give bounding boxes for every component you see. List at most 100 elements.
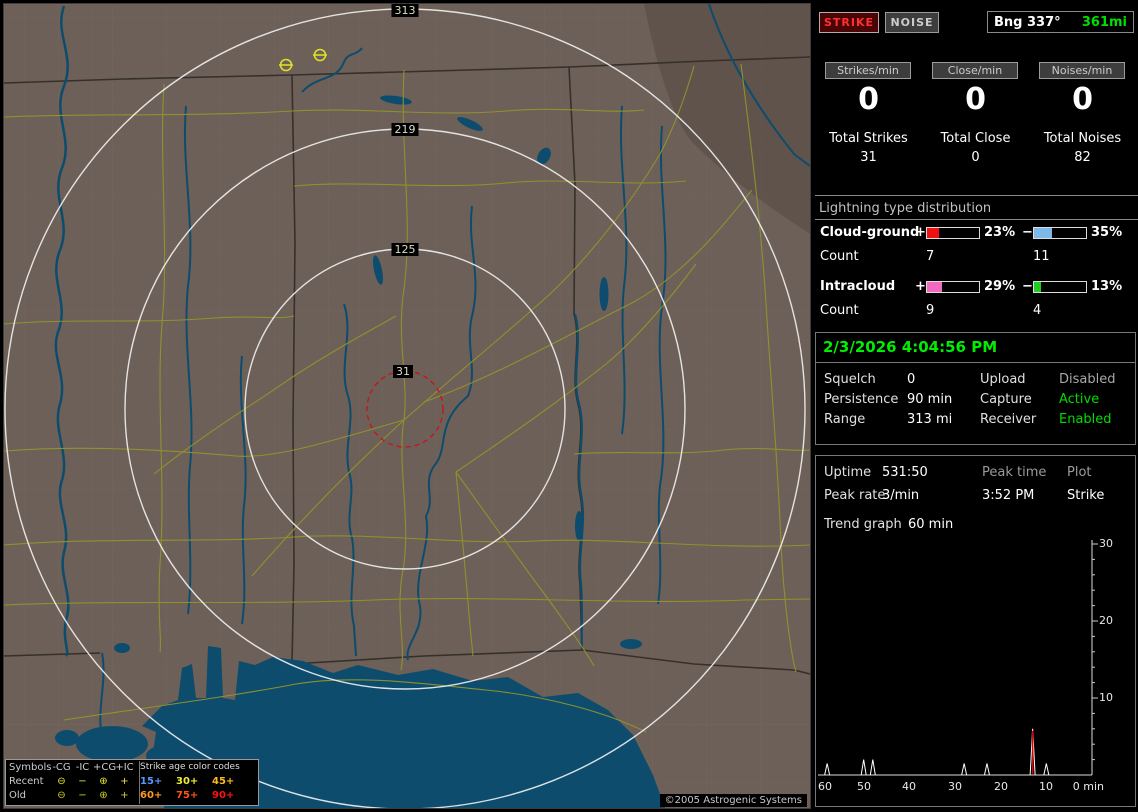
distribution-title: Lightning type distribution [819, 201, 992, 216]
old-neg-ic-icon: − [78, 789, 87, 801]
upload-label: Upload [980, 372, 1026, 387]
minus-count: 11 [1033, 249, 1050, 264]
plus-gauge [926, 227, 980, 239]
x-tick-label: 0 min [1072, 780, 1104, 793]
plus-count: 9 [926, 303, 935, 318]
squelch-label: Squelch [824, 372, 876, 387]
cloud-ground-count-row: Count 7 11 [815, 249, 1138, 267]
trend-graph-label: Trend graph [824, 517, 902, 532]
divider [815, 219, 1138, 220]
y-tick-label: 30 [1099, 537, 1113, 550]
intracloud-count-row: Count 9 4 [815, 303, 1138, 321]
minus-count: 4 [1033, 303, 1042, 318]
minus-sign: − [1022, 225, 1033, 240]
plus-gauge [926, 281, 980, 293]
range-ring-label: 125 [391, 243, 419, 256]
dist-type-label: Intracloud [820, 279, 896, 294]
plus-sign: + [915, 225, 926, 240]
total-close-value: 0 [971, 150, 980, 165]
persistence-value: 90 min [907, 392, 953, 407]
upload-value: Disabled [1059, 372, 1116, 387]
range-ring-label: 31 [393, 365, 413, 378]
bearing-box: Bng 337° 361mi [987, 11, 1134, 33]
minus-pct: 13% [1091, 279, 1123, 294]
strikes-per-min-button[interactable]: Strikes/min [825, 62, 911, 79]
x-tick-label: 50 [857, 780, 871, 793]
receiver-label: Receiver [980, 412, 1037, 427]
range-ring-label: 313 [391, 4, 419, 17]
strikes-per-min-value: 0 [858, 82, 879, 117]
age-code: 75+ [176, 789, 199, 801]
noise-indicator-button[interactable]: NOISE [885, 12, 939, 33]
peak-time-label: Peak time [982, 465, 1047, 480]
nexstorm-window: 313 219 125 31 Symbols -CG -IC +CG +IC S… [0, 0, 1138, 812]
plus-pct: 29% [984, 279, 1016, 294]
y-tick-label: 20 [1099, 614, 1113, 627]
divider [815, 195, 1138, 196]
x-tick-label: 20 [994, 780, 1008, 793]
noises-per-min-button[interactable]: Noises/min [1039, 62, 1125, 79]
legend-age-title: Strike age color codes [140, 762, 240, 772]
x-tick-label: 40 [902, 780, 916, 793]
total-strikes-label: Total Strikes [829, 131, 908, 146]
legend-recent-label: Recent [9, 775, 44, 787]
plot-value: Strike [1067, 488, 1105, 503]
legend-old-label: Old [9, 789, 26, 801]
count-label: Count [820, 249, 859, 264]
close-per-min-value: 0 [965, 82, 986, 117]
legend-divider [139, 761, 140, 804]
age-code: 30+ [176, 775, 199, 787]
strike-indicator-button[interactable]: STRIKE [819, 12, 879, 33]
old-pos-ic-icon: + [120, 789, 129, 801]
squelch-value: 0 [907, 372, 916, 387]
minus-gauge [1033, 281, 1087, 293]
datetime-display: 2/3/2026 4:04:56 PM [816, 333, 1135, 363]
legend-recent-row: Recent ⊖ − ⊕ + 15+ 30+ 45+ [6, 774, 258, 788]
peak-rate-label: Peak rate [824, 488, 886, 503]
recent-neg-ic-icon: − [78, 775, 87, 787]
recent-pos-cg-icon: ⊕ [99, 775, 108, 787]
dist-type-label: Cloud-ground [820, 225, 920, 240]
plus-pct: 23% [984, 225, 1016, 240]
total-noises-value: 82 [1074, 150, 1091, 165]
legend-symbols-header: Symbols [9, 761, 52, 773]
sidebar: STRIKE NOISE Bng 337° 361mi Strikes/min … [815, 0, 1138, 812]
x-tick-label: 30 [948, 780, 962, 793]
legend-col-pos-cg: +CG [93, 761, 117, 773]
age-code: 15+ [140, 775, 163, 787]
lightning-map[interactable]: 313 219 125 31 Symbols -CG -IC +CG +IC S… [3, 3, 811, 809]
range-label: Range [824, 412, 866, 427]
bearing-range: 361mi [1081, 14, 1127, 30]
old-neg-cg-icon: ⊖ [57, 789, 66, 801]
plus-sign: + [915, 279, 926, 294]
minus-sign: − [1022, 279, 1033, 294]
trend-chart-svg [818, 540, 1098, 776]
uptime-label: Uptime [824, 465, 872, 480]
age-code: 90+ [212, 789, 235, 801]
close-per-min-button[interactable]: Close/min [932, 62, 1018, 79]
x-tick-label: 10 [1039, 780, 1053, 793]
stats-panel: Uptime 531:50 Peak time Plot Peak rate 3… [815, 455, 1136, 807]
total-noises-label: Total Noises [1043, 131, 1122, 146]
legend-col-neg-cg: -CG [52, 761, 71, 773]
total-close-label: Total Close [940, 131, 1011, 146]
legend-col-pos-ic: +IC [115, 761, 134, 773]
map-legend: Symbols -CG -IC +CG +IC Strike age color… [5, 759, 259, 806]
plus-count: 7 [926, 249, 935, 264]
recent-neg-cg-icon: ⊖ [57, 775, 66, 787]
uptime-value: 531:50 [882, 465, 928, 480]
legend-header-row: Symbols -CG -IC +CG +IC Strike age color… [6, 760, 258, 774]
trend-window-value: 60 min [908, 517, 954, 532]
copyright-text: ©2005 Astrogenic Systems [659, 794, 807, 807]
receiver-value: Enabled [1059, 412, 1112, 427]
legend-col-neg-ic: -IC [75, 761, 90, 773]
minus-pct: 35% [1091, 225, 1123, 240]
age-code: 60+ [140, 789, 163, 801]
persistence-label: Persistence [824, 392, 899, 407]
bearing-label: Bng 337° [994, 14, 1061, 30]
peak-time-value: 3:52 PM [982, 488, 1035, 503]
cloud-ground-row: Cloud-ground + 23% − 35% [815, 225, 1138, 243]
peak-rate-value: 3/min [882, 488, 920, 503]
capture-value: Active [1059, 392, 1100, 407]
recent-pos-ic-icon: + [120, 775, 129, 787]
